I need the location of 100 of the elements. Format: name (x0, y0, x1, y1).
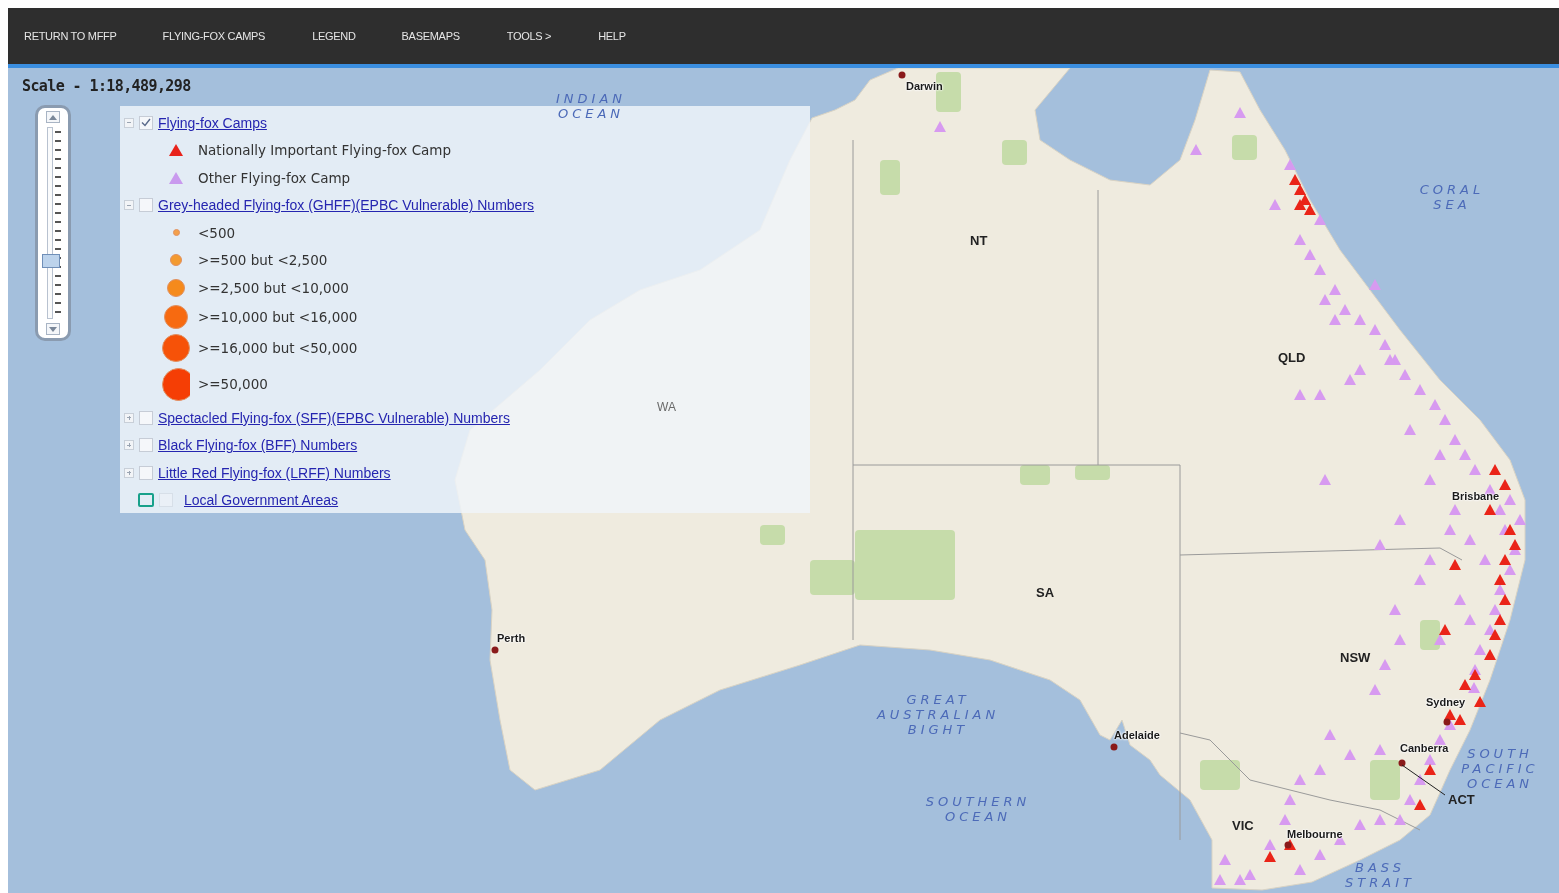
camp-marker-icon (1414, 774, 1426, 785)
camp-marker-icon (1374, 814, 1386, 825)
camp-marker-icon (1394, 514, 1406, 525)
legend-item-label: >=10,000 but <16,000 (198, 309, 358, 325)
city-label: Perth (497, 632, 526, 644)
city-dot-icon (1443, 718, 1451, 726)
camp-marker-icon (1429, 399, 1441, 410)
camp-marker-icon (1190, 144, 1202, 155)
nav-link[interactable]: FLYING-FOX CAMPS (162, 26, 266, 46)
layer-link[interactable]: Local Government Areas (184, 492, 339, 509)
camp-marker-icon (1234, 107, 1246, 118)
camp-marker-icon (1279, 814, 1291, 825)
camp-marker-icon (1439, 414, 1451, 425)
camp-marker-icon (1394, 814, 1406, 825)
state-label: VIC (1232, 818, 1254, 833)
camp-marker-icon (1379, 339, 1391, 350)
nav-link[interactable]: RETURN TO MFFP (24, 26, 117, 46)
zoom-slider[interactable] (35, 105, 71, 341)
state-label: NSW (1340, 650, 1371, 665)
area-outline-icon (138, 493, 154, 508)
region-label: WA (657, 400, 676, 414)
camp-marker-icon (1304, 204, 1316, 215)
layer-link[interactable]: Black Flying-fox (BFF) Numbers (158, 437, 358, 454)
camp-marker-icon (1404, 794, 1416, 805)
collapse-toggle[interactable] (124, 200, 134, 211)
city-dot-icon (491, 646, 499, 654)
park-area (760, 525, 785, 545)
state-label: SA (1036, 585, 1055, 600)
camp-marker-icon (1484, 504, 1496, 515)
nav-link[interactable]: LEGEND (312, 26, 356, 46)
up-arrow-icon (49, 114, 57, 120)
city-dot-icon (1284, 841, 1292, 849)
camp-marker-icon (1459, 449, 1471, 460)
camp-marker-icon (1444, 709, 1456, 720)
camp-marker-icon (1284, 159, 1296, 170)
camp-marker-icon (1219, 854, 1231, 865)
camp-marker-icon (1374, 539, 1386, 550)
collapse-toggle[interactable] (124, 117, 134, 128)
camp-marker-icon (1354, 819, 1366, 830)
camp-marker-icon (1314, 389, 1326, 400)
camp-marker-icon (1414, 384, 1426, 395)
layer-checkbox[interactable] (139, 115, 153, 130)
camp-marker-icon (1469, 464, 1481, 475)
city-label: Darwin (906, 80, 943, 92)
camp-marker-icon (1504, 564, 1516, 575)
camp-marker-icon (934, 121, 946, 132)
camp-marker-icon (1369, 684, 1381, 695)
layer-link[interactable]: Spectacled Flying-fox (SFF)(EPBC Vulnerable) Numbers (158, 409, 510, 426)
camp-marker-icon (1269, 199, 1281, 210)
camp-marker-icon (1314, 264, 1326, 275)
camp-marker-icon (1434, 449, 1446, 460)
camp-marker-icon (1504, 494, 1516, 505)
city-label: Adelaide (1114, 729, 1160, 741)
park-area (1200, 760, 1240, 790)
layer-checkbox[interactable] (139, 198, 153, 213)
camp-marker-icon (1414, 574, 1426, 585)
state-label: ACT (1448, 792, 1475, 807)
layer-link[interactable]: Flying-fox Camps (158, 114, 267, 131)
camp-marker-icon (1264, 839, 1276, 850)
layer-link[interactable]: Grey-headed Flying-fox (GHFF)(EPBC Vulnerable) Numbers (158, 197, 535, 214)
camp-marker-icon (1294, 774, 1306, 785)
legend-item-label: <500 (198, 224, 236, 241)
sea-label: BASS STRAIT (1345, 860, 1415, 890)
camp-marker-icon (1389, 604, 1401, 615)
camp-marker-icon (1264, 851, 1276, 862)
camp-marker-icon (1424, 474, 1436, 485)
layer-checkbox[interactable] (139, 410, 153, 425)
camp-marker-icon (1514, 514, 1526, 525)
layer-checkbox[interactable] (139, 438, 153, 453)
camp-marker-icon (1414, 799, 1426, 810)
nav-link[interactable]: HELP (598, 26, 626, 46)
camp-marker-icon (1494, 574, 1506, 585)
legend-item-label: Other Flying-fox Camp (198, 169, 351, 186)
park-area (1420, 620, 1440, 650)
sea-label: SOUTH PACIFIC OCEAN (1461, 746, 1539, 791)
layer-checkbox[interactable] (139, 465, 153, 480)
camp-marker-icon (1369, 279, 1381, 290)
camp-marker-icon (1399, 369, 1411, 380)
camp-marker-icon (1424, 554, 1436, 565)
zoom-in-button[interactable] (46, 111, 60, 123)
camp-marker-icon (1304, 249, 1316, 260)
legend-item-label: >=50,000 (198, 376, 268, 392)
state-label: NT (970, 233, 988, 248)
camp-marker-icon (1494, 614, 1506, 625)
nav-link[interactable]: TOOLS > (506, 26, 552, 46)
camp-marker-icon (1464, 614, 1476, 625)
camp-marker-icon (1294, 199, 1306, 210)
nav-link[interactable]: BASEMAPS (401, 26, 460, 46)
expand-toggle[interactable] (124, 412, 134, 423)
slider-thumb[interactable] (42, 254, 60, 269)
sea-label: INDIAN OCEAN (556, 91, 626, 121)
city-label: Canberra (1400, 742, 1449, 754)
expand-toggle[interactable] (124, 467, 134, 478)
camp-marker-icon (1234, 874, 1246, 885)
camp-marker-icon (1444, 524, 1456, 535)
expand-toggle[interactable] (124, 440, 134, 451)
camp-marker-icon (1509, 539, 1521, 550)
layer-link[interactable]: Little Red Flying-fox (LRFF) Numbers (158, 464, 391, 481)
camp-marker-icon (1449, 504, 1461, 515)
zoom-out-button[interactable] (46, 323, 60, 335)
